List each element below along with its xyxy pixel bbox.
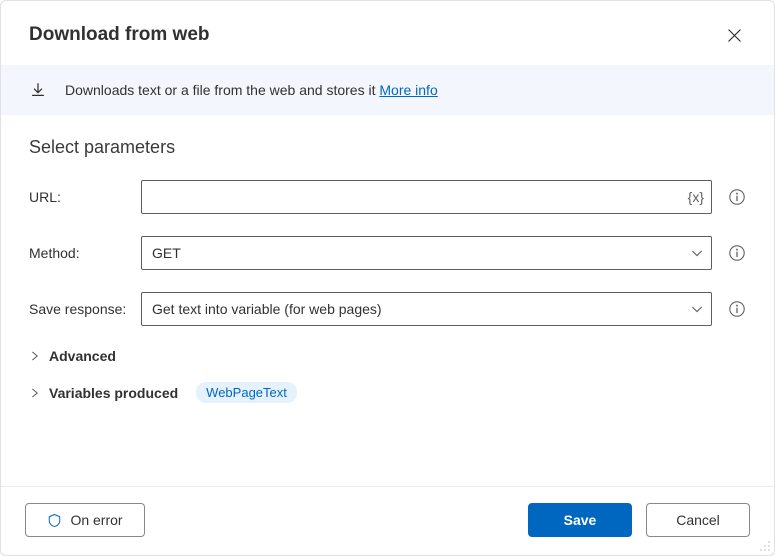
variables-produced-label: Variables produced bbox=[49, 385, 178, 401]
banner-description: Downloads text or a file from the web an… bbox=[65, 82, 379, 98]
on-error-label: On error bbox=[70, 512, 122, 528]
footer-right: Save Cancel bbox=[528, 503, 750, 537]
url-label: URL: bbox=[29, 189, 141, 205]
variable-token-button[interactable]: {x} bbox=[688, 189, 704, 205]
shield-icon bbox=[47, 513, 62, 528]
variables-produced-expander[interactable]: Variables produced WebPageText bbox=[29, 382, 746, 403]
chevron-right-icon bbox=[29, 387, 41, 399]
info-banner: Downloads text or a file from the web an… bbox=[1, 65, 774, 115]
save-response-label: Save response: bbox=[29, 301, 141, 317]
variable-chip[interactable]: WebPageText bbox=[196, 382, 297, 403]
url-info-wrap bbox=[720, 188, 746, 206]
save-response-select[interactable]: Get text into variable (for web pages) bbox=[141, 292, 712, 326]
advanced-label: Advanced bbox=[49, 348, 116, 364]
chevron-down-icon bbox=[690, 302, 704, 316]
method-field-wrap: GET bbox=[141, 236, 712, 270]
url-input[interactable] bbox=[141, 180, 712, 214]
resize-grip-icon[interactable] bbox=[757, 538, 771, 552]
save-response-value: Get text into variable (for web pages) bbox=[152, 301, 382, 317]
close-icon bbox=[727, 28, 742, 43]
method-value: GET bbox=[152, 245, 181, 261]
info-icon[interactable] bbox=[728, 300, 746, 318]
dialog-footer: On error Save Cancel bbox=[1, 486, 774, 555]
cancel-label: Cancel bbox=[676, 512, 720, 528]
banner-text: Downloads text or a file from the web an… bbox=[65, 82, 438, 98]
save-label: Save bbox=[564, 512, 597, 528]
save-response-info-wrap bbox=[720, 300, 746, 318]
chevron-right-icon bbox=[29, 350, 41, 362]
url-field-wrap: {x} bbox=[141, 180, 712, 214]
method-label: Method: bbox=[29, 245, 141, 261]
on-error-button[interactable]: On error bbox=[25, 503, 145, 537]
info-icon[interactable] bbox=[728, 188, 746, 206]
download-icon bbox=[29, 81, 47, 99]
save-response-row: Save response: Get text into variable (f… bbox=[29, 292, 746, 326]
dialog-body: Select parameters URL: {x} Method: GET bbox=[1, 115, 774, 486]
advanced-expander[interactable]: Advanced bbox=[29, 348, 746, 364]
more-info-link[interactable]: More info bbox=[379, 82, 437, 98]
method-row: Method: GET bbox=[29, 236, 746, 270]
cancel-button[interactable]: Cancel bbox=[646, 503, 750, 537]
save-response-field-wrap: Get text into variable (for web pages) bbox=[141, 292, 712, 326]
dialog-title: Download from web bbox=[29, 24, 210, 46]
close-button[interactable] bbox=[718, 19, 750, 51]
method-chevron-wrap bbox=[690, 246, 704, 260]
method-info-wrap bbox=[720, 244, 746, 262]
method-select[interactable]: GET bbox=[141, 236, 712, 270]
download-from-web-dialog: Download from web Downloads text or a fi… bbox=[0, 0, 775, 556]
save-button[interactable]: Save bbox=[528, 503, 632, 537]
info-icon[interactable] bbox=[728, 244, 746, 262]
url-row: URL: {x} bbox=[29, 180, 746, 214]
chevron-down-icon bbox=[690, 246, 704, 260]
titlebar: Download from web bbox=[1, 1, 774, 65]
save-response-chevron-wrap bbox=[690, 302, 704, 316]
section-title: Select parameters bbox=[29, 137, 746, 158]
